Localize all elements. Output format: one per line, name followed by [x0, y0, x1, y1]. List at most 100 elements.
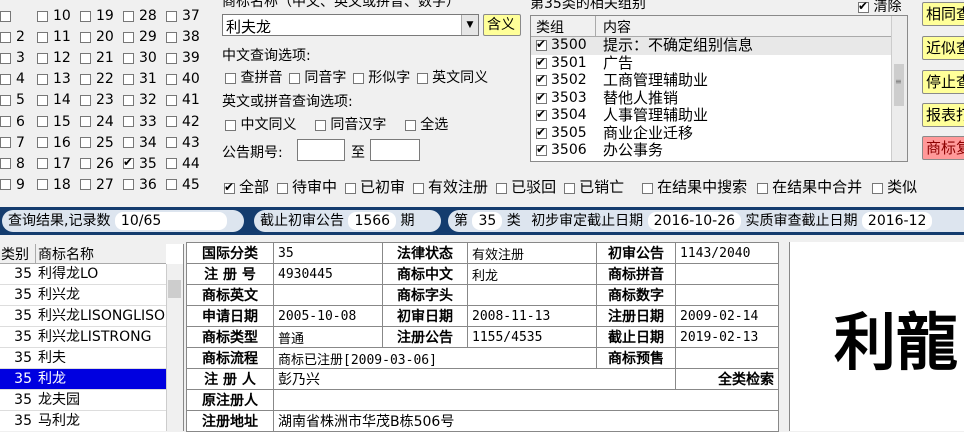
groups-list[interactable]: 类组 内容 3500提示：不确定组别信息3501广告3502工商管理辅助业350… [530, 15, 908, 162]
status-filter-7[interactable]: 在结果中合并 [757, 178, 862, 196]
class-checkbox-20[interactable]: 20 [80, 29, 114, 45]
status-filter-8[interactable]: 类似 [872, 178, 917, 196]
group-checkbox[interactable] [536, 141, 547, 157]
class-checkbox-box[interactable] [0, 137, 11, 149]
status-filter-checkbox[interactable] [872, 182, 884, 194]
group-row[interactable]: 3502 工商管理辅助业 [531, 71, 893, 90]
class-checkbox-box[interactable] [80, 179, 91, 191]
class-checkbox-43[interactable]: 43 [166, 135, 200, 151]
similar-shape-checkbox[interactable] [352, 72, 364, 84]
class-checkbox-box[interactable] [80, 31, 91, 43]
class-checkbox-box[interactable] [80, 137, 91, 149]
class-checkbox-box[interactable] [123, 154, 134, 170]
group-row[interactable]: 3504 人事管理辅助业 [531, 106, 893, 125]
result-list[interactable]: 类别 商标名称 35 利得龙LO 35 利兴龙 35 利兴龙LISONGLISO 35 利兴龙… [0, 244, 184, 431]
trademark-copy-button[interactable]: 商标复 [922, 136, 964, 160]
clear-checkbox[interactable] [858, 0, 869, 14]
class-checkbox-box[interactable] [37, 10, 48, 22]
class-checkbox-box[interactable] [80, 52, 91, 64]
status-filter-checkbox[interactable] [564, 182, 576, 194]
group-row[interactable]: 3503 替他人推销 [531, 89, 893, 108]
class-checkbox-13[interactable]: 13 [37, 71, 71, 87]
class-checkbox-box[interactable] [166, 73, 177, 85]
class-checkbox-box[interactable] [37, 94, 48, 106]
en-synonym-checkbox[interactable] [416, 72, 428, 84]
class-checkbox-22[interactable]: 22 [80, 71, 114, 87]
class-checkbox-42[interactable]: 42 [166, 114, 200, 130]
status-filter-checkbox[interactable] [757, 182, 769, 194]
class-checkbox-box[interactable] [0, 158, 11, 170]
group-checkbox[interactable] [536, 54, 547, 70]
class-checkbox-box[interactable] [123, 52, 134, 64]
status-filter-checkbox[interactable] [413, 182, 425, 194]
class-checkbox-box[interactable] [37, 116, 48, 127]
result-row[interactable]: 35 利兴龙LISTRONG [0, 327, 166, 348]
class-checkbox-16[interactable]: 16 [37, 135, 71, 151]
status-filter-3[interactable]: 有效注册 [413, 178, 488, 196]
group-row[interactable]: 3500 提示：不确定组别信息 [531, 36, 893, 55]
class-checkbox-box[interactable] [0, 94, 11, 106]
homophone-checkbox[interactable] [288, 72, 300, 84]
class-checkbox-23[interactable]: 23 [80, 92, 114, 108]
status-filter-0[interactable]: 全部 [224, 178, 269, 196]
result-row[interactable]: 35 马利龙 [0, 411, 166, 431]
result-scroll-thumb[interactable] [168, 280, 181, 298]
class-checkbox-40[interactable]: 40 [166, 71, 200, 87]
class-checkbox-box[interactable] [0, 52, 11, 64]
meaning-button[interactable]: 含义 [483, 14, 521, 36]
exact-search-button[interactable]: 相同查 [922, 2, 964, 26]
class-checkbox-box[interactable] [166, 116, 177, 127]
class-checkbox-29[interactable]: 29 [123, 29, 157, 45]
group-checkbox[interactable] [536, 89, 547, 105]
homophone-hanzi-checkbox[interactable] [314, 119, 326, 131]
class-checkbox-box[interactable] [37, 52, 48, 64]
pinyin-checkbox[interactable] [225, 72, 236, 84]
class-checkbox-box[interactable] [0, 10, 11, 22]
chevron-down-icon[interactable]: ▼ [461, 15, 478, 35]
class-checkbox-box[interactable] [37, 31, 48, 43]
class-checkbox-39[interactable]: 39 [166, 50, 200, 66]
result-row[interactable]: 35 龙夫园 [0, 390, 166, 411]
class-checkbox-12[interactable]: 12 [37, 50, 71, 66]
class-checkbox-box[interactable] [80, 73, 91, 85]
class-checkbox-box[interactable] [166, 158, 177, 170]
class-checkbox-19[interactable]: 19 [80, 8, 114, 24]
group-row[interactable]: 3501 广告 [531, 54, 893, 73]
issue-to-input[interactable] [370, 139, 420, 161]
class-checkbox-35[interactable]: 35 [123, 154, 157, 172]
class-checkbox-box[interactable] [123, 73, 134, 85]
result-row[interactable]: 35 利龙 [0, 369, 166, 390]
class-checkbox-box[interactable] [166, 10, 177, 22]
trademark-name-combo[interactable]: 利夫龙 ▼ [222, 14, 479, 36]
class-checkbox-21[interactable]: 21 [80, 50, 114, 66]
class-checkbox-box[interactable] [166, 94, 177, 106]
class-checkbox-box[interactable] [166, 52, 177, 64]
class-checkbox-box[interactable] [123, 137, 134, 149]
class-checkbox-box[interactable] [0, 31, 11, 43]
clear-toggle[interactable]: 清除 [858, 0, 901, 16]
class-checkbox-14[interactable]: 14 [37, 92, 71, 108]
result-scrollbar[interactable] [166, 264, 183, 431]
class-checkbox-box[interactable] [37, 73, 48, 85]
class-checkbox-box[interactable] [37, 137, 48, 149]
similar-search-button[interactable]: 近似查 [922, 36, 964, 60]
class-checkbox-9[interactable]: 9 [0, 177, 25, 193]
result-row[interactable]: 35 利夫 [0, 348, 166, 369]
class-checkbox-box[interactable] [166, 31, 177, 43]
class-checkbox-box[interactable] [123, 94, 134, 106]
class-checkbox-26[interactable]: 26 [80, 156, 114, 172]
class-checkbox-7[interactable]: 7 [0, 135, 25, 151]
group-row[interactable]: 3505 商业企业迁移 [531, 124, 893, 143]
class-checkbox-box[interactable] [0, 179, 11, 191]
group-checkbox[interactable] [536, 71, 547, 87]
class-checkbox-30[interactable]: 30 [123, 50, 157, 66]
select-all-checkbox[interactable] [404, 119, 416, 131]
groups-scrollbar[interactable]: ≡ [891, 16, 907, 161]
class-checkbox-27[interactable]: 27 [80, 177, 114, 193]
group-checkbox[interactable] [536, 124, 547, 140]
stop-search-button[interactable]: 停止查 [922, 70, 964, 94]
class-checkbox-34[interactable]: 34 [123, 135, 157, 151]
class-checkbox-15[interactable]: 15 [37, 114, 71, 130]
class-checkbox-box[interactable] [80, 116, 91, 127]
class-checkbox-38[interactable]: 38 [166, 29, 200, 45]
